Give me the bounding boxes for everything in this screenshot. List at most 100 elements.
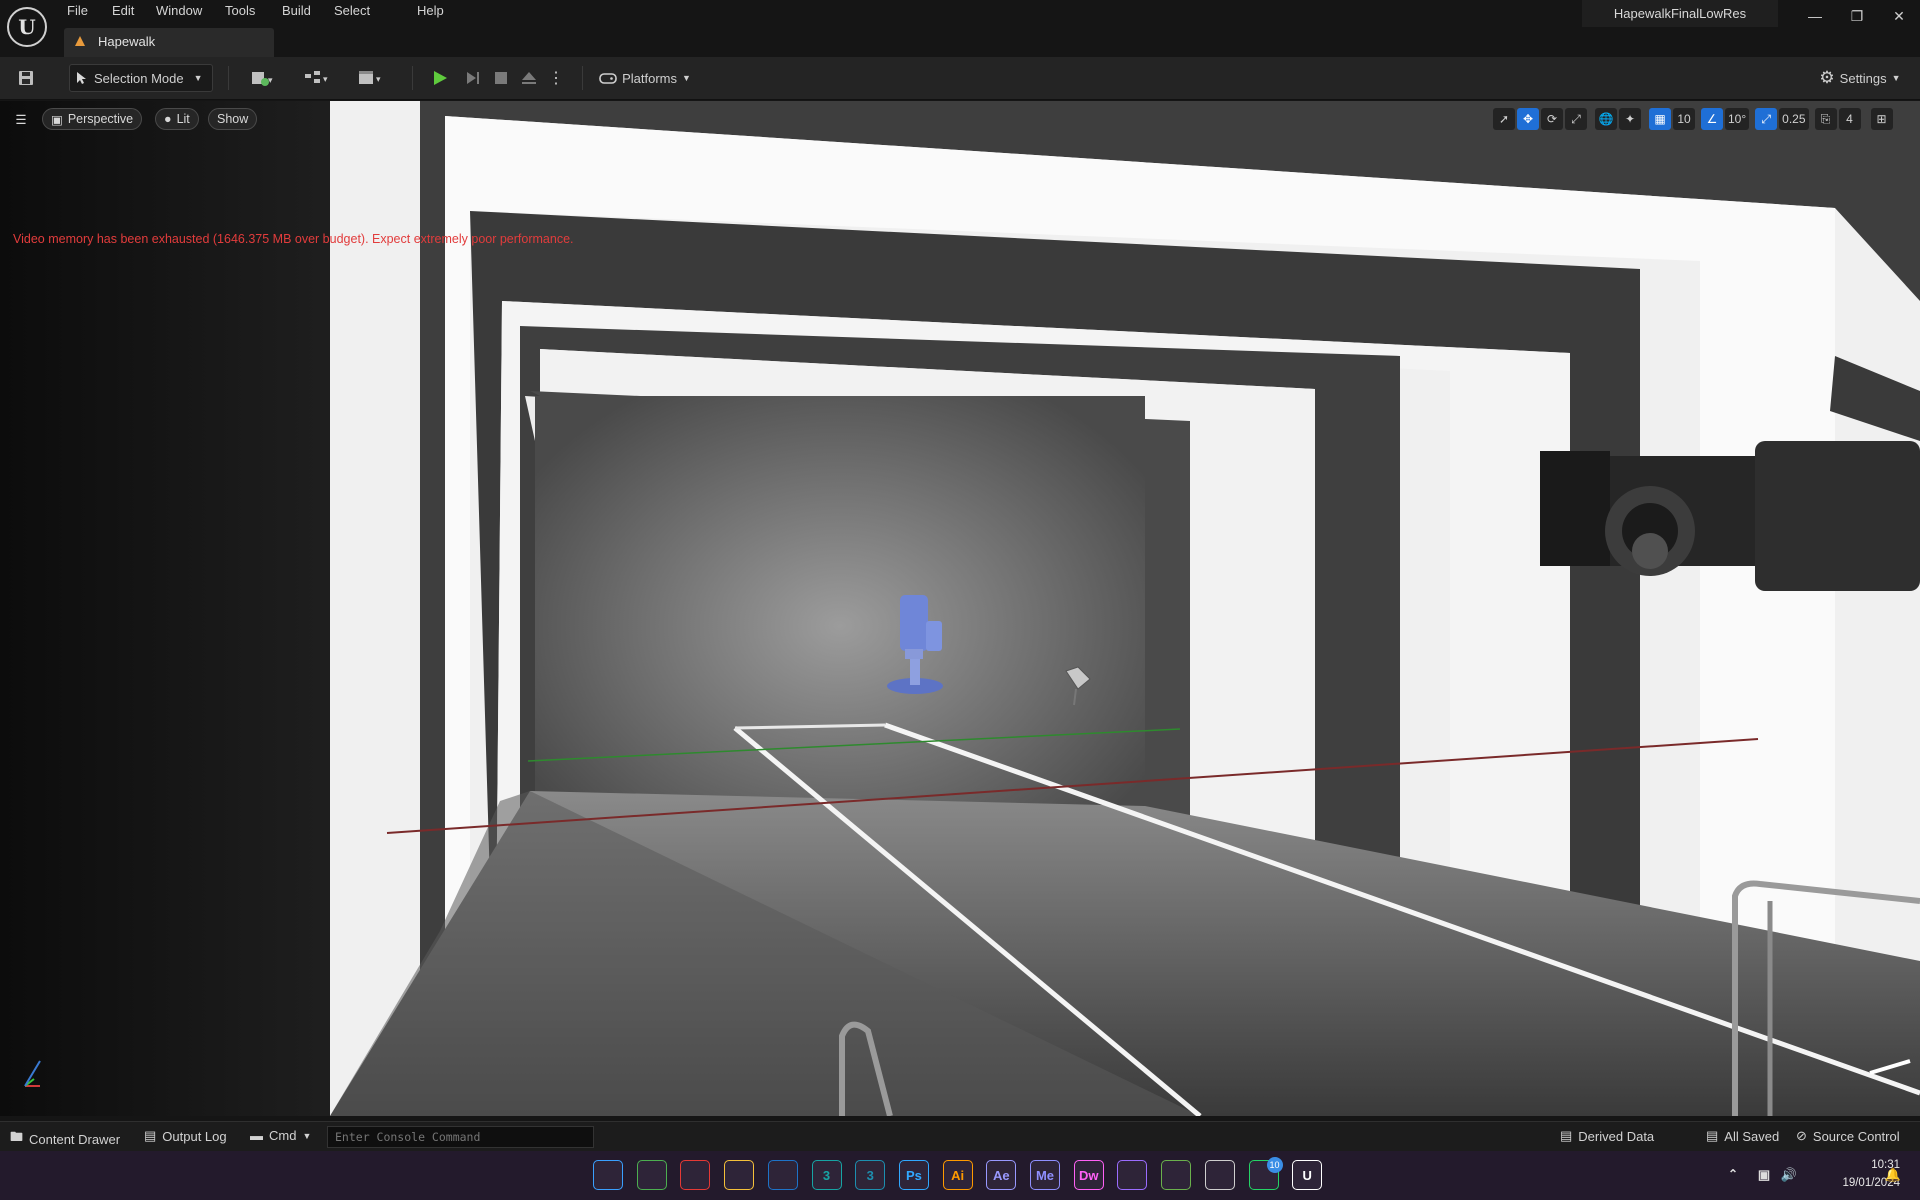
menu-build[interactable]: Build [282,3,311,18]
surface-snap-icon[interactable]: ✦ [1619,108,1641,130]
menu-tools[interactable]: Tools [225,3,255,18]
grid-snap-value[interactable]: 10 [1673,108,1695,130]
chrome-icon[interactable] [680,1160,711,1190]
show-button[interactable]: Show [208,108,258,130]
volume-icon[interactable]: 🔊 [1778,1164,1800,1186]
cursor-icon [77,72,86,84]
settings-dropdown[interactable]: ⚙ Settings ▼ [1812,64,1908,92]
transform-toolbar: ➚ ✥ ⟳ ⤢ 🌐 ✦ ▦ 10 ∠ 10° ⤢ 0.25 ⎘ 4 ⊞ [1493,107,1893,131]
viewport-layout-icon[interactable]: ⊞ [1870,108,1893,130]
minimize-icon[interactable]: — [1800,4,1830,28]
camera-speed-icon[interactable]: ⎘ [1814,108,1837,130]
level-tab-label: Hapewalk [98,34,156,49]
lightbulb-app-icon[interactable] [1117,1160,1148,1190]
scale-tool-icon[interactable]: ⤢ [1565,108,1587,130]
sphere-icon: ● [164,112,172,126]
network-icon[interactable]: ▣ [1753,1164,1775,1186]
add-actor-button[interactable]: ▾ [243,64,281,92]
photoshop-icon[interactable]: Ps [898,1160,929,1190]
tray-chevron-up-icon[interactable]: ⌃ [1723,1164,1743,1184]
play-options-icon[interactable]: ⋮ [548,64,564,92]
menu-select[interactable]: Select [334,3,370,18]
scale-snap-value[interactable]: 0.25 [1779,108,1809,130]
content-drawer-label: Content Drawer [29,1131,121,1147]
unreal-engine-icon[interactable]: U [1292,1160,1323,1190]
advance-frame-button[interactable] [461,64,485,92]
toolbar-divider [412,66,413,90]
output-log-label: Output Log [162,1128,227,1144]
save-status-icon: ▤ [1706,1128,1719,1143]
translate-tool-icon[interactable]: ✥ [1517,108,1539,130]
cmd-dropdown[interactable]: ▬ Cmd ▼ [250,1128,311,1143]
lit-mode-button[interactable]: ● Lit [155,108,199,130]
notification-bell-icon[interactable]: 🔔 [1882,1164,1904,1186]
camera-speed-value[interactable]: 4 [1838,108,1861,130]
status-bar: 🖿 Content Drawer ▤ Output Log ▬ Cmd ▼ ▤ … [0,1121,1920,1151]
tab-level-hapewalk[interactable]: Hapewalk [64,28,274,57]
stop-button[interactable] [489,64,513,92]
file-explorer-icon[interactable] [724,1160,755,1190]
blueprints-button[interactable]: ▾ [298,64,336,92]
viewport-options-menu-icon[interactable]: ☰ [8,108,34,130]
perspective-button[interactable]: ▣ Perspective [42,108,143,130]
svg-text:▾: ▾ [268,75,273,85]
source-control-button[interactable]: ⊘ Source Control [1796,1128,1900,1144]
selection-mode-dropdown[interactable]: Selection Mode ▼ [69,64,213,92]
toolbar-divider [228,66,229,90]
illustrator-icon[interactable]: Ai [942,1160,973,1190]
chevron-down-icon: ▼ [1891,73,1901,83]
menu-edit[interactable]: Edit [112,3,134,18]
platforms-dropdown[interactable]: Platforms ▼ [597,64,693,92]
data-icon: ▤ [1560,1128,1573,1143]
eject-button[interactable] [517,64,541,92]
windows-taskbar: 3 3 Ps Ai Ae Me Dw 10 U ⌃ ▣ 🔊 10:31 19/01/2024 🔔 [0,1151,1920,1200]
scale-snap-icon[interactable]: ⤢ [1755,108,1778,130]
world-coords-icon[interactable]: 🌐 [1595,108,1617,130]
scene-render [0,101,1920,1116]
rotation-snap-value[interactable]: 10° [1725,108,1750,130]
3dsmax-alt-icon[interactable]: 3 [855,1160,886,1190]
content-drawer-button[interactable]: 🖿 Content Drawer [10,1128,120,1150]
cmd-label: Cmd [269,1128,297,1143]
project-name: HapewalkFinalLowRes [1582,0,1778,27]
whatsapp-badge: 10 [1266,1157,1283,1173]
menu-help[interactable]: Help [417,3,444,18]
derived-data-label: Derived Data [1578,1128,1655,1144]
level-viewport[interactable]: ☰ ▣ Perspective ● Lit Show Video memory … [0,101,1920,1116]
3dsmax-icon[interactable]: 3 [811,1160,842,1190]
outlook-icon[interactable] [767,1160,798,1190]
title-bar: U File Edit Window Tools Build Select He… [0,0,1920,57]
chrome-beta-icon[interactable] [636,1160,667,1190]
console-command-input[interactable] [327,1126,594,1148]
close-icon[interactable]: ✕ [1884,4,1914,28]
all-saved-button[interactable]: ▤ All Saved [1706,1128,1779,1144]
restore-icon[interactable]: ❐ [1842,4,1872,28]
chevron-down-icon: ▼ [193,73,203,83]
menu-file[interactable]: File [67,3,88,18]
select-tool-icon[interactable]: ➚ [1493,108,1515,130]
rotation-snap-icon[interactable]: ∠ [1701,108,1723,130]
windows-start-icon[interactable] [593,1160,623,1190]
toolbar-divider [582,66,583,90]
play-button[interactable] [428,64,452,92]
cinematics-button[interactable]: ▾ [352,64,390,92]
media-encoder-icon[interactable]: Me [1030,1160,1060,1190]
platforms-label: Platforms [622,70,677,86]
dreamweaver-icon[interactable]: Dw [1073,1160,1104,1190]
source-control-label: Source Control [1812,1128,1900,1144]
svg-text:▾: ▾ [323,74,328,84]
gamepad-icon [599,73,617,84]
menu-window[interactable]: Window [156,3,202,18]
settings-label: Settings [1839,70,1887,86]
chevron-down-icon: ▼ [302,1130,312,1141]
output-log-button[interactable]: ▤ Output Log [144,1128,227,1144]
davinci-icon[interactable] [1204,1160,1235,1190]
derived-data-button[interactable]: ▤ Derived Data [1560,1128,1654,1144]
rotate-tool-icon[interactable]: ⟳ [1541,108,1563,130]
unreal-logo-icon[interactable]: U [7,7,47,47]
save-icon[interactable] [12,64,40,92]
vectorworks-icon[interactable] [1161,1160,1192,1190]
folder-icon: 🖿 [10,1129,24,1144]
grid-snap-icon[interactable]: ▦ [1649,108,1671,130]
after-effects-icon[interactable]: Ae [986,1160,1017,1190]
